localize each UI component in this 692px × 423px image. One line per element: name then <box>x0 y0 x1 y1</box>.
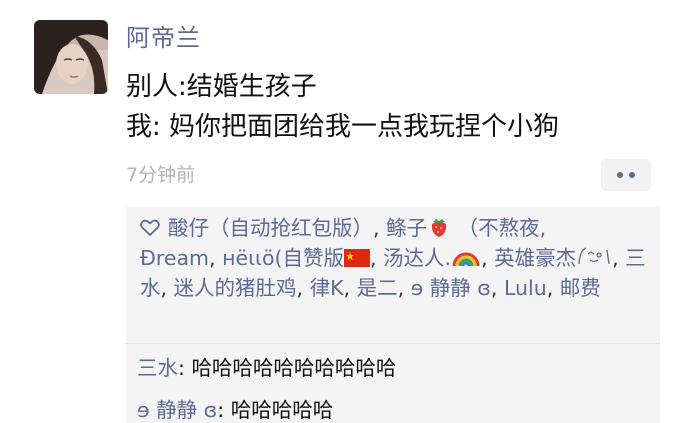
comment-author[interactable]: ɘ 静静 ɞ <box>137 398 217 422</box>
comment-text: 哈哈哈哈哈哈哈哈哈哈 <box>191 356 397 380</box>
like-name[interactable]: 律K <box>310 276 344 300</box>
more-dots-icon <box>617 172 623 178</box>
like-name[interactable]: 酸仔（自动抢红包版） <box>168 216 373 240</box>
like-name[interactable]: 邮费 <box>560 276 601 300</box>
china-flag-icon <box>344 249 370 267</box>
like-name[interactable]: 鲦子 <box>386 216 427 240</box>
more-actions-button[interactable] <box>601 159 651 191</box>
like-name[interactable]: Lulu <box>504 276 547 300</box>
strawberry-icon <box>431 219 447 237</box>
post-text-line-1: 别人:结婚生孩子 <box>126 72 317 102</box>
comment-author[interactable]: 三水 <box>137 356 178 380</box>
post-timestamp: 7分钟前 <box>126 164 196 186</box>
like-name[interactable]: 汤达人. <box>383 246 451 270</box>
like-name[interactable]: нёɩɩö(自赞版 <box>222 246 344 270</box>
interaction-panel: 酸仔（自动抢红包版）, 鲦子 （不熬夜, Ɖream, нёɩɩö(自赞版, 汤达… <box>126 207 660 423</box>
comment-text: 哈哈哈哈哈 <box>230 398 334 422</box>
like-name[interactable]: ɘ 静静 ɞ <box>411 276 491 300</box>
like-name[interactable]: Ɖream <box>140 246 209 270</box>
avatar[interactable] <box>34 20 108 94</box>
likes-list: 酸仔（自动抢红包版）, 鲦子 （不熬夜, Ɖream, нёɩɩö(自赞版, 汤达… <box>140 216 646 300</box>
comment-row[interactable]: 三水: 哈哈哈哈哈哈哈哈哈哈 <box>137 351 396 381</box>
author-name[interactable]: 阿帝兰 <box>126 18 201 53</box>
comment-row[interactable]: ɘ 静静 ɞ: 哈哈哈哈哈 <box>137 393 333 423</box>
like-name[interactable]: 迷人的猪肚鸡 <box>174 276 297 300</box>
like-name[interactable]: 是二 <box>357 276 398 300</box>
rainbow-icon <box>452 252 480 267</box>
post-text-line-2: 我: 妈你把面团给我一点我玩捏个小狗 <box>126 112 560 142</box>
like-name[interactable]: 英雄豪杰 <box>494 246 576 270</box>
more-dots-icon <box>629 172 635 178</box>
divider <box>126 343 660 344</box>
heart-icon <box>140 219 160 237</box>
like-name[interactable]: （不熬夜, <box>458 216 547 240</box>
kaomoji-face-icon <box>578 247 610 265</box>
